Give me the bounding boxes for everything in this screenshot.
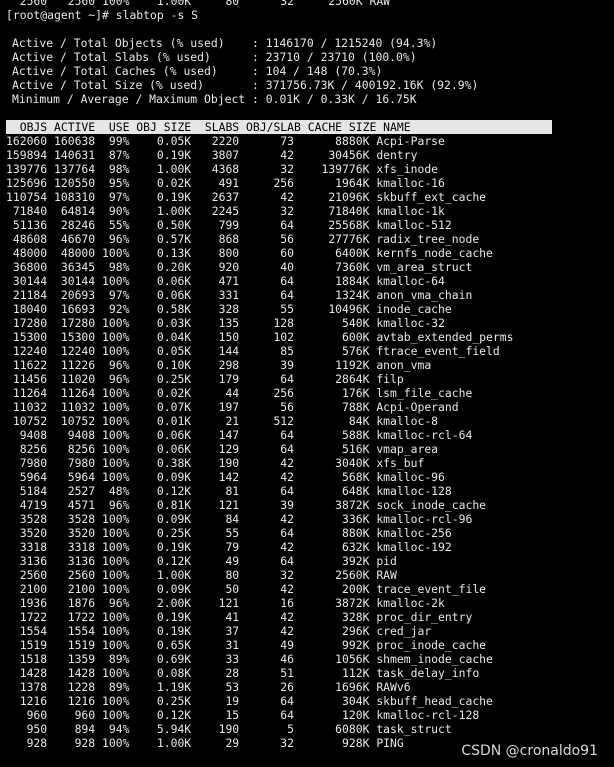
summary-object-size: Minimum / Average / Maximum Object : 0.0…	[12, 92, 417, 106]
summary-caches: Active / Total Caches (% used) : 104 / 1…	[12, 64, 383, 78]
table-row: 11032 11032 100% 0.07K 197 56 788K Acpi-…	[6, 400, 459, 414]
table-row: 11264 11264 100% 0.02K 44 256 176K lsm_f…	[6, 386, 473, 400]
table-row: 3528 3528 100% 0.09K 84 42 336K kmalloc-…	[6, 512, 473, 526]
slab-summary: Active / Total Objects (% used) : 114617…	[6, 36, 614, 106]
table-row: 1722 1722 100% 0.19K 41 42 328K proc_dir…	[6, 610, 473, 624]
table-row: 110754 108310 97% 0.19K 2637 42 21096K s…	[6, 190, 487, 204]
table-row: 162060 160638 99% 0.05K 2220 73 8880K Ac…	[6, 134, 445, 148]
shell-prompt: [root@agent ~]# slabtop -s S	[6, 8, 199, 22]
table-row: 2100 2100 100% 0.09K 50 42 200K trace_ev…	[6, 582, 487, 596]
table-row: 48608 46670 96% 0.57K 868 56 27776K radi…	[6, 232, 480, 246]
table-row: 2560 2560 100% 1.00K 80 32 2560K RAW	[6, 568, 397, 582]
table-row: 15300 15300 100% 0.04K 150 102 600K avta…	[6, 330, 514, 344]
table-row: 1936 1876 96% 2.00K 121 16 3872K kmalloc…	[6, 596, 445, 610]
slab-table-body: 162060 160638 99% 0.05K 2220 73 8880K Ac…	[6, 134, 614, 750]
table-row: 9408 9408 100% 0.06K 147 64 588K kmalloc…	[6, 428, 473, 442]
terminal-output[interactable]: 2560 2560 100% 1.00K 80 32 2560K RAW [ro…	[6, 0, 614, 750]
table-row: 3520 3520 100% 0.25K 55 64 880K kmalloc-…	[6, 526, 452, 540]
table-row: 3136 3136 100% 0.12K 49 64 392K pid	[6, 554, 397, 568]
table-row: 21184 20693 97% 0.06K 331 64 1324K anon_…	[6, 288, 473, 302]
table-row: 11456 11020 96% 0.25K 179 64 2864K filp	[6, 372, 404, 386]
table-row: 36800 36345 98% 0.20K 920 40 7360K vm_ar…	[6, 260, 473, 274]
table-row: 18040 16693 92% 0.58K 328 55 10496K inod…	[6, 302, 452, 316]
table-row: 12240 12240 100% 0.05K 144 85 576K ftrac…	[6, 344, 500, 358]
watermark: CSDN @cronaldo91	[461, 743, 598, 759]
table-row: 1378 1228 89% 1.19K 53 26 1696K RAWv6	[6, 680, 411, 694]
table-row: 960 960 100% 0.12K 15 64 120K kmalloc-rc…	[6, 708, 480, 722]
table-row: 30144 30144 100% 0.06K 471 64 1884K kmal…	[6, 274, 445, 288]
table-row: 48000 48000 100% 0.13K 800 60 6400K kern…	[6, 246, 493, 260]
table-row: 51136 28246 55% 0.50K 799 64 25568K kmal…	[6, 218, 452, 232]
table-row: 17280 17280 100% 0.03K 135 128 540K kmal…	[6, 316, 445, 330]
table-row: 7980 7980 100% 0.38K 190 42 3040K xfs_bu…	[6, 456, 425, 470]
summary-objects: Active / Total Objects (% used) : 114617…	[12, 36, 438, 50]
partial-top-line: 2560 2560 100% 1.00K 80 32 2560K RAW	[6, 0, 391, 8]
table-row: 1428 1428 100% 0.08K 28 51 112K task_del…	[6, 666, 480, 680]
table-row: 139776 137764 98% 1.00K 4368 32 139776K …	[6, 162, 439, 176]
table-row: 1519 1519 100% 0.65K 31 49 992K proc_ino…	[6, 638, 487, 652]
table-row: 3318 3318 100% 0.19K 79 42 632K kmalloc-…	[6, 540, 452, 554]
table-row: 159894 140631 87% 0.19K 3807 42 30456K d…	[6, 148, 418, 162]
table-row: 8256 8256 100% 0.06K 129 64 516K vmap_ar…	[6, 442, 439, 456]
table-row: 4719 4571 96% 0.81K 121 39 3872K sock_in…	[6, 498, 487, 512]
table-row: 71840 64814 90% 1.00K 2245 32 71840K kma…	[6, 204, 445, 218]
table-row: 5184 2527 48% 0.12K 81 64 648K kmalloc-1…	[6, 484, 452, 498]
summary-slabs: Active / Total Slabs (% used) : 23710 / …	[12, 50, 417, 64]
summary-size: Active / Total Size (% used) : 371756.73…	[12, 78, 479, 92]
table-row: 1216 1216 100% 0.25K 19 64 304K skbuff_h…	[6, 694, 493, 708]
table-row: 950 894 94% 5.94K 190 5 6080K task_struc…	[6, 722, 452, 736]
table-row: 125696 120550 95% 0.02K 491 256 1964K km…	[6, 176, 445, 190]
table-row: 11622 11226 96% 0.10K 298 39 1192K anon_…	[6, 358, 432, 372]
table-header: OBJS ACTIVE USE OBJ SIZE SLABS OBJ/SLAB …	[6, 120, 552, 134]
table-row: 10752 10752 100% 0.01K 21 512 84K kmallo…	[6, 414, 439, 428]
table-row: 5964 5964 100% 0.09K 142 42 568K kmalloc…	[6, 470, 445, 484]
table-row: 1518 1359 89% 0.69K 33 46 1056K shmem_in…	[6, 652, 493, 666]
table-row: 1554 1554 100% 0.19K 37 42 296K cred_jar	[6, 624, 432, 638]
